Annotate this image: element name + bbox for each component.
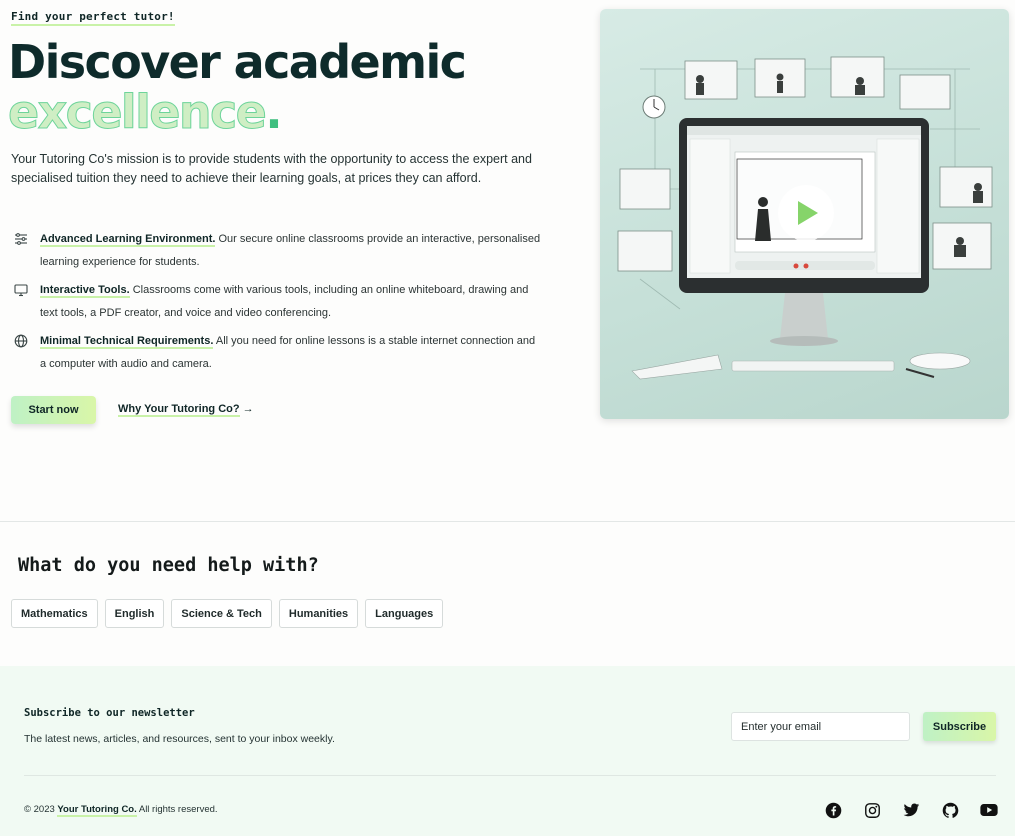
feature-item: Interactive Tools. Classrooms come with …: [14, 279, 542, 324]
feature-title: Minimal Technical Requirements.: [40, 335, 214, 349]
feature-title: Advanced Learning Environment.: [40, 233, 216, 247]
hero-title-accent-dot: .: [265, 85, 282, 139]
hero-illustration-art: [617, 56, 993, 380]
copyright-prefix: © 2023: [24, 804, 58, 815]
start-now-button[interactable]: Start now: [11, 396, 96, 424]
subject-chip-science-tech[interactable]: Science & Tech: [171, 599, 272, 628]
why-link[interactable]: Why Your Tutoring Co? →: [118, 403, 254, 417]
feature-item: Advanced Learning Environment. Our secur…: [14, 228, 542, 273]
subject-chip-languages[interactable]: Languages: [365, 599, 444, 628]
subject-chip-english[interactable]: English: [104, 599, 165, 628]
hero-title-accent-word: excellence: [7, 85, 267, 139]
hero-title-accent: excellence.: [7, 85, 282, 139]
feature-list: Advanced Learning Environment. Our secur…: [14, 228, 542, 381]
why-link-label: Why Your Tutoring Co?: [118, 403, 240, 417]
section-divider: [0, 521, 1015, 522]
help-title: What do you need help with?: [18, 555, 319, 576]
footer: Subscribe to our newsletter The latest n…: [0, 666, 1015, 836]
feature-title: Interactive Tools.: [40, 284, 130, 298]
subject-chips: Mathematics English Science & Tech Human…: [11, 599, 444, 628]
social-links: [824, 801, 998, 819]
subscribe-button[interactable]: Subscribe: [923, 712, 996, 741]
youtube-icon[interactable]: [980, 801, 998, 819]
twitter-icon[interactable]: [902, 801, 920, 819]
facebook-icon[interactable]: [824, 801, 842, 819]
subject-chip-humanities[interactable]: Humanities: [278, 599, 359, 628]
github-icon[interactable]: [941, 801, 959, 819]
feature-item: Minimal Technical Requirements. All you …: [14, 330, 542, 375]
arrow-right-icon: →: [242, 403, 254, 415]
hero-illustration: [600, 9, 1009, 419]
copyright: © 2023 Your Tutoring Co. All rights rese…: [24, 804, 218, 817]
email-input[interactable]: Enter your email: [731, 712, 910, 741]
newsletter-title: Subscribe to our newsletter: [24, 707, 195, 719]
sliders-icon: [15, 233, 27, 245]
monitor-icon: [14, 284, 28, 297]
hero-title: Discover academic: [8, 35, 467, 89]
newsletter-description: The latest news, articles, and resources…: [24, 733, 335, 745]
hero-intro: Your Tutoring Co's mission is to provide…: [11, 152, 532, 185]
globe-icon: [14, 334, 28, 348]
copyright-suffix: All rights reserved.: [136, 804, 218, 815]
brand-link[interactable]: Your Tutoring Co.: [57, 804, 137, 817]
instagram-icon[interactable]: [863, 801, 881, 819]
subject-chip-mathematics[interactable]: Mathematics: [11, 599, 98, 628]
footer-divider: [24, 775, 996, 776]
hero-eyebrow: Find your perfect tutor!: [11, 10, 175, 26]
